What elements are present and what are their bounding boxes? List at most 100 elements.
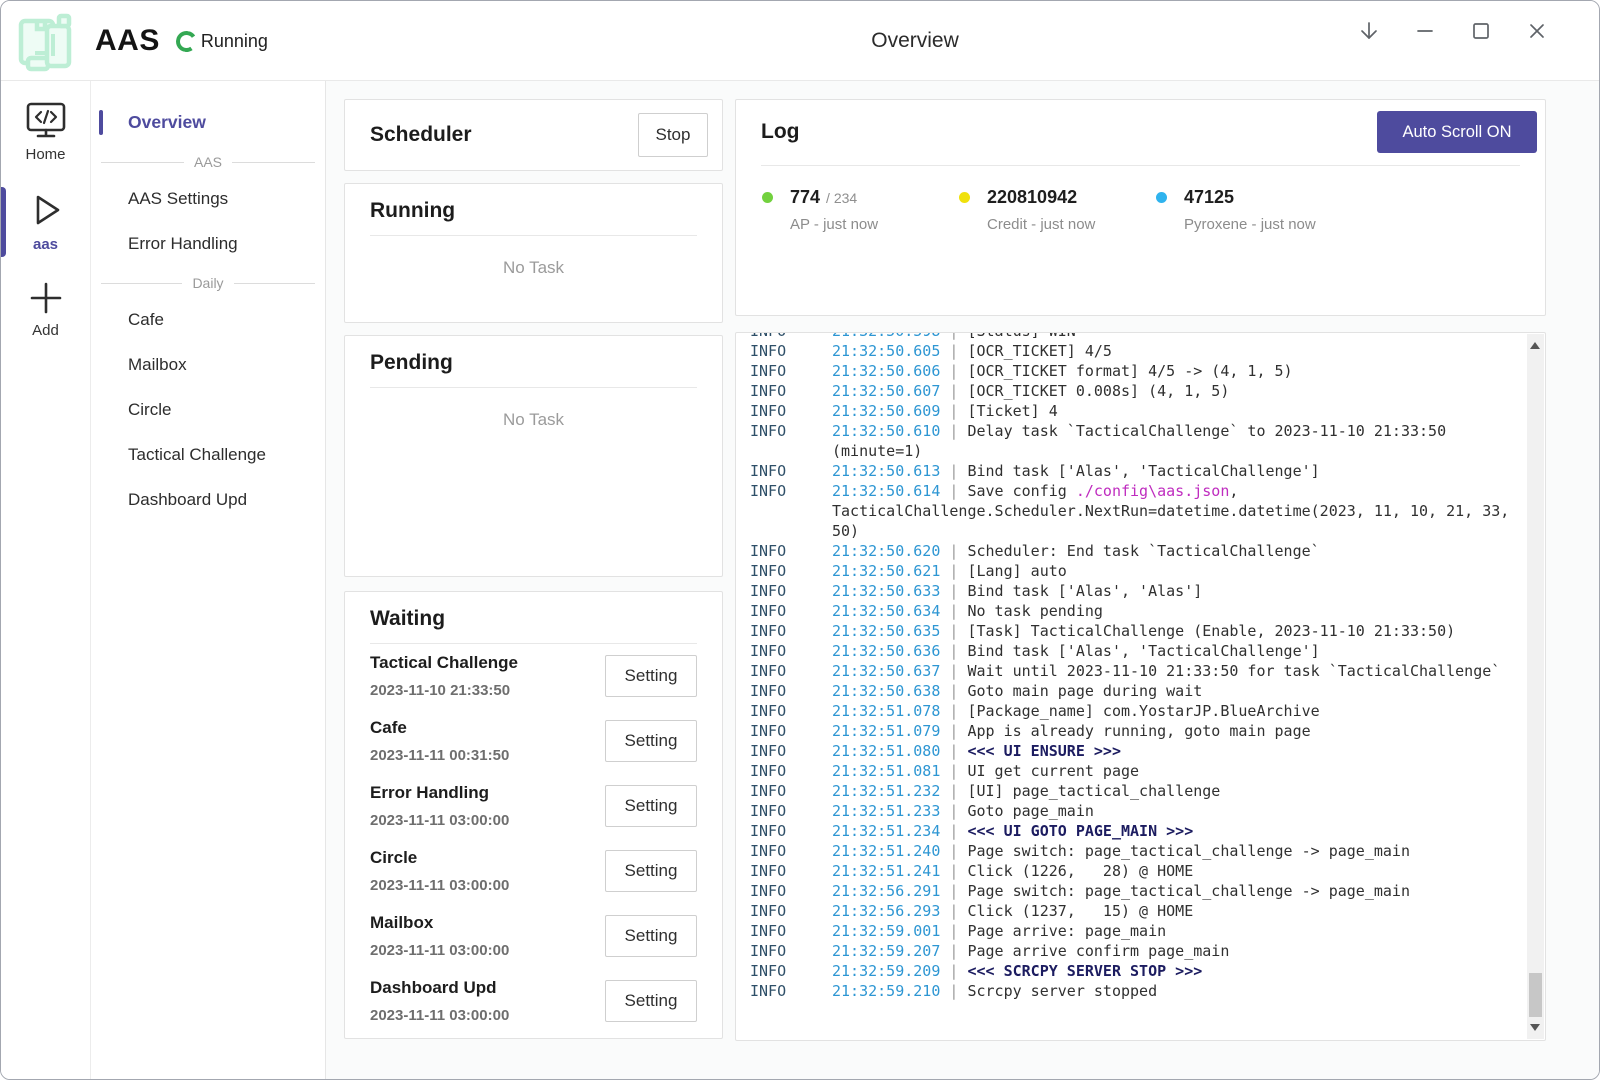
log-time: 21:32:51.240 xyxy=(832,842,940,860)
waiting-task-row: Error Handling2023-11-11 03:00:00 Setting xyxy=(345,774,722,839)
log-message: Bind task ['Alas', 'TacticalChallenge'] xyxy=(967,642,1319,660)
log-message: [UI] page_tactical_challenge xyxy=(967,782,1220,800)
waiting-task-row: Circle2023-11-11 03:00:00Setting xyxy=(345,839,722,904)
log-entry: INFO21:32:50.607 | [OCR_TICKET 0.008s] (… xyxy=(750,381,1527,401)
log-level: INFO xyxy=(750,721,832,741)
rail-item-home[interactable]: Home xyxy=(1,101,90,163)
running-empty-text: No Task xyxy=(345,236,722,278)
log-entry: INFO21:32:56.291 | Page switch: page_tac… xyxy=(750,881,1527,901)
stat-dot-icon xyxy=(1156,192,1167,203)
log-message: [OCR_TICKET format] 4/5 -> (4, 1, 5) xyxy=(967,362,1292,380)
task-setting-button[interactable]: Setting xyxy=(605,915,697,957)
rail-item-add[interactable]: Add xyxy=(1,279,90,339)
log-entry: INFO21:32:51.233 | Goto page_main xyxy=(750,801,1527,821)
task-name: Error Handling xyxy=(370,783,509,803)
log-time: 21:32:50.598 xyxy=(832,333,940,340)
sidebar-section-daily: Daily xyxy=(91,270,325,296)
log-time: 21:32:59.001 xyxy=(832,922,940,940)
window-controls xyxy=(1355,17,1551,45)
auto-scroll-button[interactable]: Auto Scroll ON xyxy=(1377,111,1537,153)
task-next-run: 2023-11-11 03:00:00 xyxy=(370,942,509,959)
log-level: INFO xyxy=(750,921,832,941)
plus-icon xyxy=(27,279,65,317)
log-level: INFO xyxy=(750,741,832,761)
scroll-down-button[interactable] xyxy=(1530,1024,1540,1031)
divider-line xyxy=(234,283,315,284)
minimize-button[interactable] xyxy=(1411,17,1439,45)
log-message: [OCR_TICKET] 4/5 xyxy=(967,342,1112,360)
sidebar-item-dashboard-upd[interactable]: Dashboard Upd xyxy=(91,481,325,519)
task-info: Error Handling2023-11-11 03:00:00 xyxy=(370,783,509,829)
log-separator: | xyxy=(940,702,967,720)
log-time: 21:32:51.081 xyxy=(832,762,940,780)
task-setting-button[interactable]: Setting xyxy=(605,720,697,762)
stat-total: / 234 xyxy=(826,190,857,206)
task-setting-button[interactable]: Setting xyxy=(605,655,697,697)
stop-button[interactable]: Stop xyxy=(638,113,708,157)
log-level: INFO xyxy=(750,341,832,361)
divider-line xyxy=(232,162,315,163)
log-entry: INFO21:32:50.621 | [Lang] auto xyxy=(750,561,1527,581)
app-name: AAS xyxy=(95,24,160,58)
log-level: INFO xyxy=(750,481,832,501)
waiting-card: Waiting Tactical Challenge2023-11-10 21:… xyxy=(344,591,723,1039)
sidebar-item-mailbox[interactable]: Mailbox xyxy=(91,346,325,384)
log-level: INFO xyxy=(750,421,832,441)
log-time: 21:32:50.620 xyxy=(832,542,940,560)
log-message: Bind task ['Alas', 'Alas'] xyxy=(967,582,1202,600)
task-next-run: 2023-11-11 03:00:00 xyxy=(370,877,509,894)
divider-line xyxy=(101,283,182,284)
sidebar-item-overview[interactable]: Overview xyxy=(91,103,325,142)
log-level: INFO xyxy=(750,541,832,561)
log-level: INFO xyxy=(750,701,832,721)
sidebar-item-cafe[interactable]: Cafe xyxy=(91,301,325,339)
sidebar-item-error-handling[interactable]: Error Handling xyxy=(91,225,325,263)
task-setting-button[interactable]: Setting xyxy=(605,785,697,827)
log-separator: | xyxy=(940,822,967,840)
log-message: <<< SCRCPY SERVER STOP >>> xyxy=(967,962,1202,980)
log-time: 21:32:50.635 xyxy=(832,622,940,640)
log-separator: | xyxy=(940,642,967,660)
log-scrollbar[interactable] xyxy=(1527,334,1544,1039)
log-entry: INFO21:32:51.232 | [UI] page_tactical_ch… xyxy=(750,781,1527,801)
log-message: [Lang] auto xyxy=(967,562,1066,580)
maximize-button[interactable] xyxy=(1467,17,1495,45)
log-separator: | xyxy=(940,742,967,760)
sidebar-item-aas-settings[interactable]: AAS Settings xyxy=(91,180,325,218)
log-scroll-area[interactable]: INFO21:32:50.598 | [Status] WININFO21:32… xyxy=(736,333,1527,1040)
log-separator: | xyxy=(940,362,967,380)
close-button[interactable] xyxy=(1523,17,1551,45)
stat-dot-icon xyxy=(959,192,970,203)
stat-top: 47125 xyxy=(1156,187,1353,208)
log-message: UI get current page xyxy=(967,762,1139,780)
log-entries: INFO21:32:50.598 | [Status] WININFO21:32… xyxy=(750,333,1527,1001)
scroll-thumb[interactable] xyxy=(1529,973,1542,1017)
log-entry: INFO21:32:51.234 | <<< UI GOTO PAGE_MAIN… xyxy=(750,821,1527,841)
close-icon xyxy=(1524,18,1550,44)
log-time: 21:32:51.080 xyxy=(832,742,940,760)
log-message: [Task] TacticalChallenge (Enable, 2023-1… xyxy=(967,622,1455,640)
sidebar-section-aas: AAS xyxy=(91,149,325,175)
sidebar-item-circle[interactable]: Circle xyxy=(91,391,325,429)
log-separator: | xyxy=(940,882,967,900)
log-time: 21:32:51.234 xyxy=(832,822,940,840)
sidebar-item-tactical-challenge[interactable]: Tactical Challenge xyxy=(91,436,325,474)
task-next-run: 2023-11-11 03:00:00 xyxy=(370,1007,509,1024)
log-level: INFO xyxy=(750,621,832,641)
log-time: 21:32:59.210 xyxy=(832,982,940,1000)
log-level: INFO xyxy=(750,881,832,901)
task-setting-button[interactable]: Setting xyxy=(605,850,697,892)
log-entry: INFO21:32:59.207 | Page arrive confirm p… xyxy=(750,941,1527,961)
log-title: Log xyxy=(761,120,799,144)
scroll-up-button[interactable] xyxy=(1530,342,1540,349)
sidebar-section-label: AAS xyxy=(194,154,222,170)
log-entry: INFO21:32:50.614 | Save config ./config\… xyxy=(750,481,1527,541)
log-entry: INFO21:32:50.635 | [Task] TacticalChalle… xyxy=(750,621,1527,641)
task-setting-button[interactable]: Setting xyxy=(605,980,697,1022)
rail-item-aas[interactable]: aas xyxy=(1,189,90,253)
task-info: Tactical Challenge2023-11-10 21:33:50 xyxy=(370,653,518,699)
log-separator: | xyxy=(940,982,967,1000)
hide-arrow-down-button[interactable] xyxy=(1355,17,1383,45)
log-entry: INFO21:32:50.634 | No task pending xyxy=(750,601,1527,621)
log-separator: | xyxy=(940,762,967,780)
